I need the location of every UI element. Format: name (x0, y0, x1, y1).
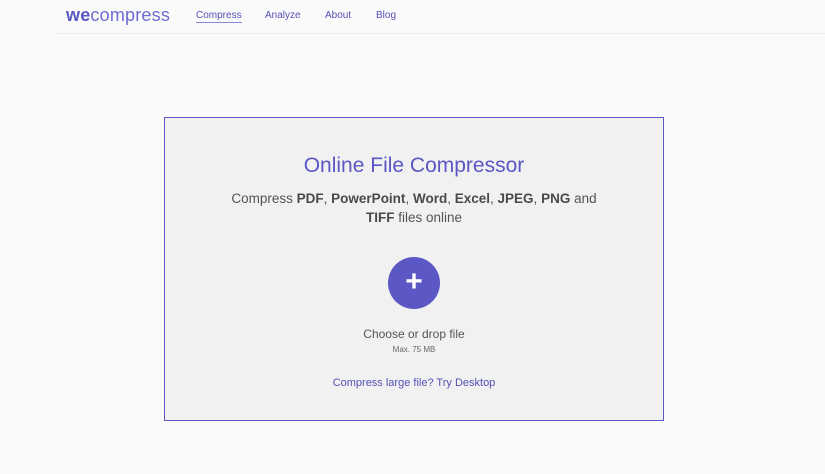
logo-bold-part: we (66, 5, 91, 25)
format-pdf: PDF (296, 191, 324, 206)
nav-about[interactable]: About (325, 10, 351, 21)
top-header: wecompress Compress Analyze About Blog (0, 0, 825, 33)
upload-dropzone[interactable]: Online File Compressor Compress PDF, Pow… (164, 117, 664, 421)
page-title: Online File Compressor (303, 154, 525, 177)
nav-blog[interactable]: Blog (376, 10, 396, 21)
nav-compress[interactable]: Compress (196, 10, 242, 23)
format-jpeg: JPEG (497, 191, 534, 206)
format-excel: Excel (454, 191, 490, 206)
header-divider (56, 33, 825, 34)
try-desktop-link[interactable]: Compress large file? Try Desktop (165, 377, 663, 389)
choose-or-drop-label: Choose or drop file (363, 327, 465, 341)
plus-icon: + (405, 265, 423, 298)
max-file-size: Max. 75 MB (392, 345, 436, 354)
subtitle-conjunction: and (574, 191, 597, 206)
format-tiff: TIFF (365, 210, 395, 225)
format-word: Word (412, 191, 448, 206)
format-png: PNG (541, 191, 571, 206)
supported-formats-text: Compress PDF, PowerPoint, Word, Excel, J… (231, 191, 597, 225)
logo-regular-part: compress (90, 5, 171, 25)
subtitle-prefix: Compress (231, 191, 293, 206)
nav-analyze[interactable]: Analyze (265, 10, 301, 21)
format-powerpoint: PowerPoint (331, 191, 406, 206)
subtitle-suffix: files online (398, 210, 463, 225)
add-file-button[interactable]: + (388, 257, 440, 309)
wecompress-logo[interactable]: wecompress (66, 5, 170, 26)
